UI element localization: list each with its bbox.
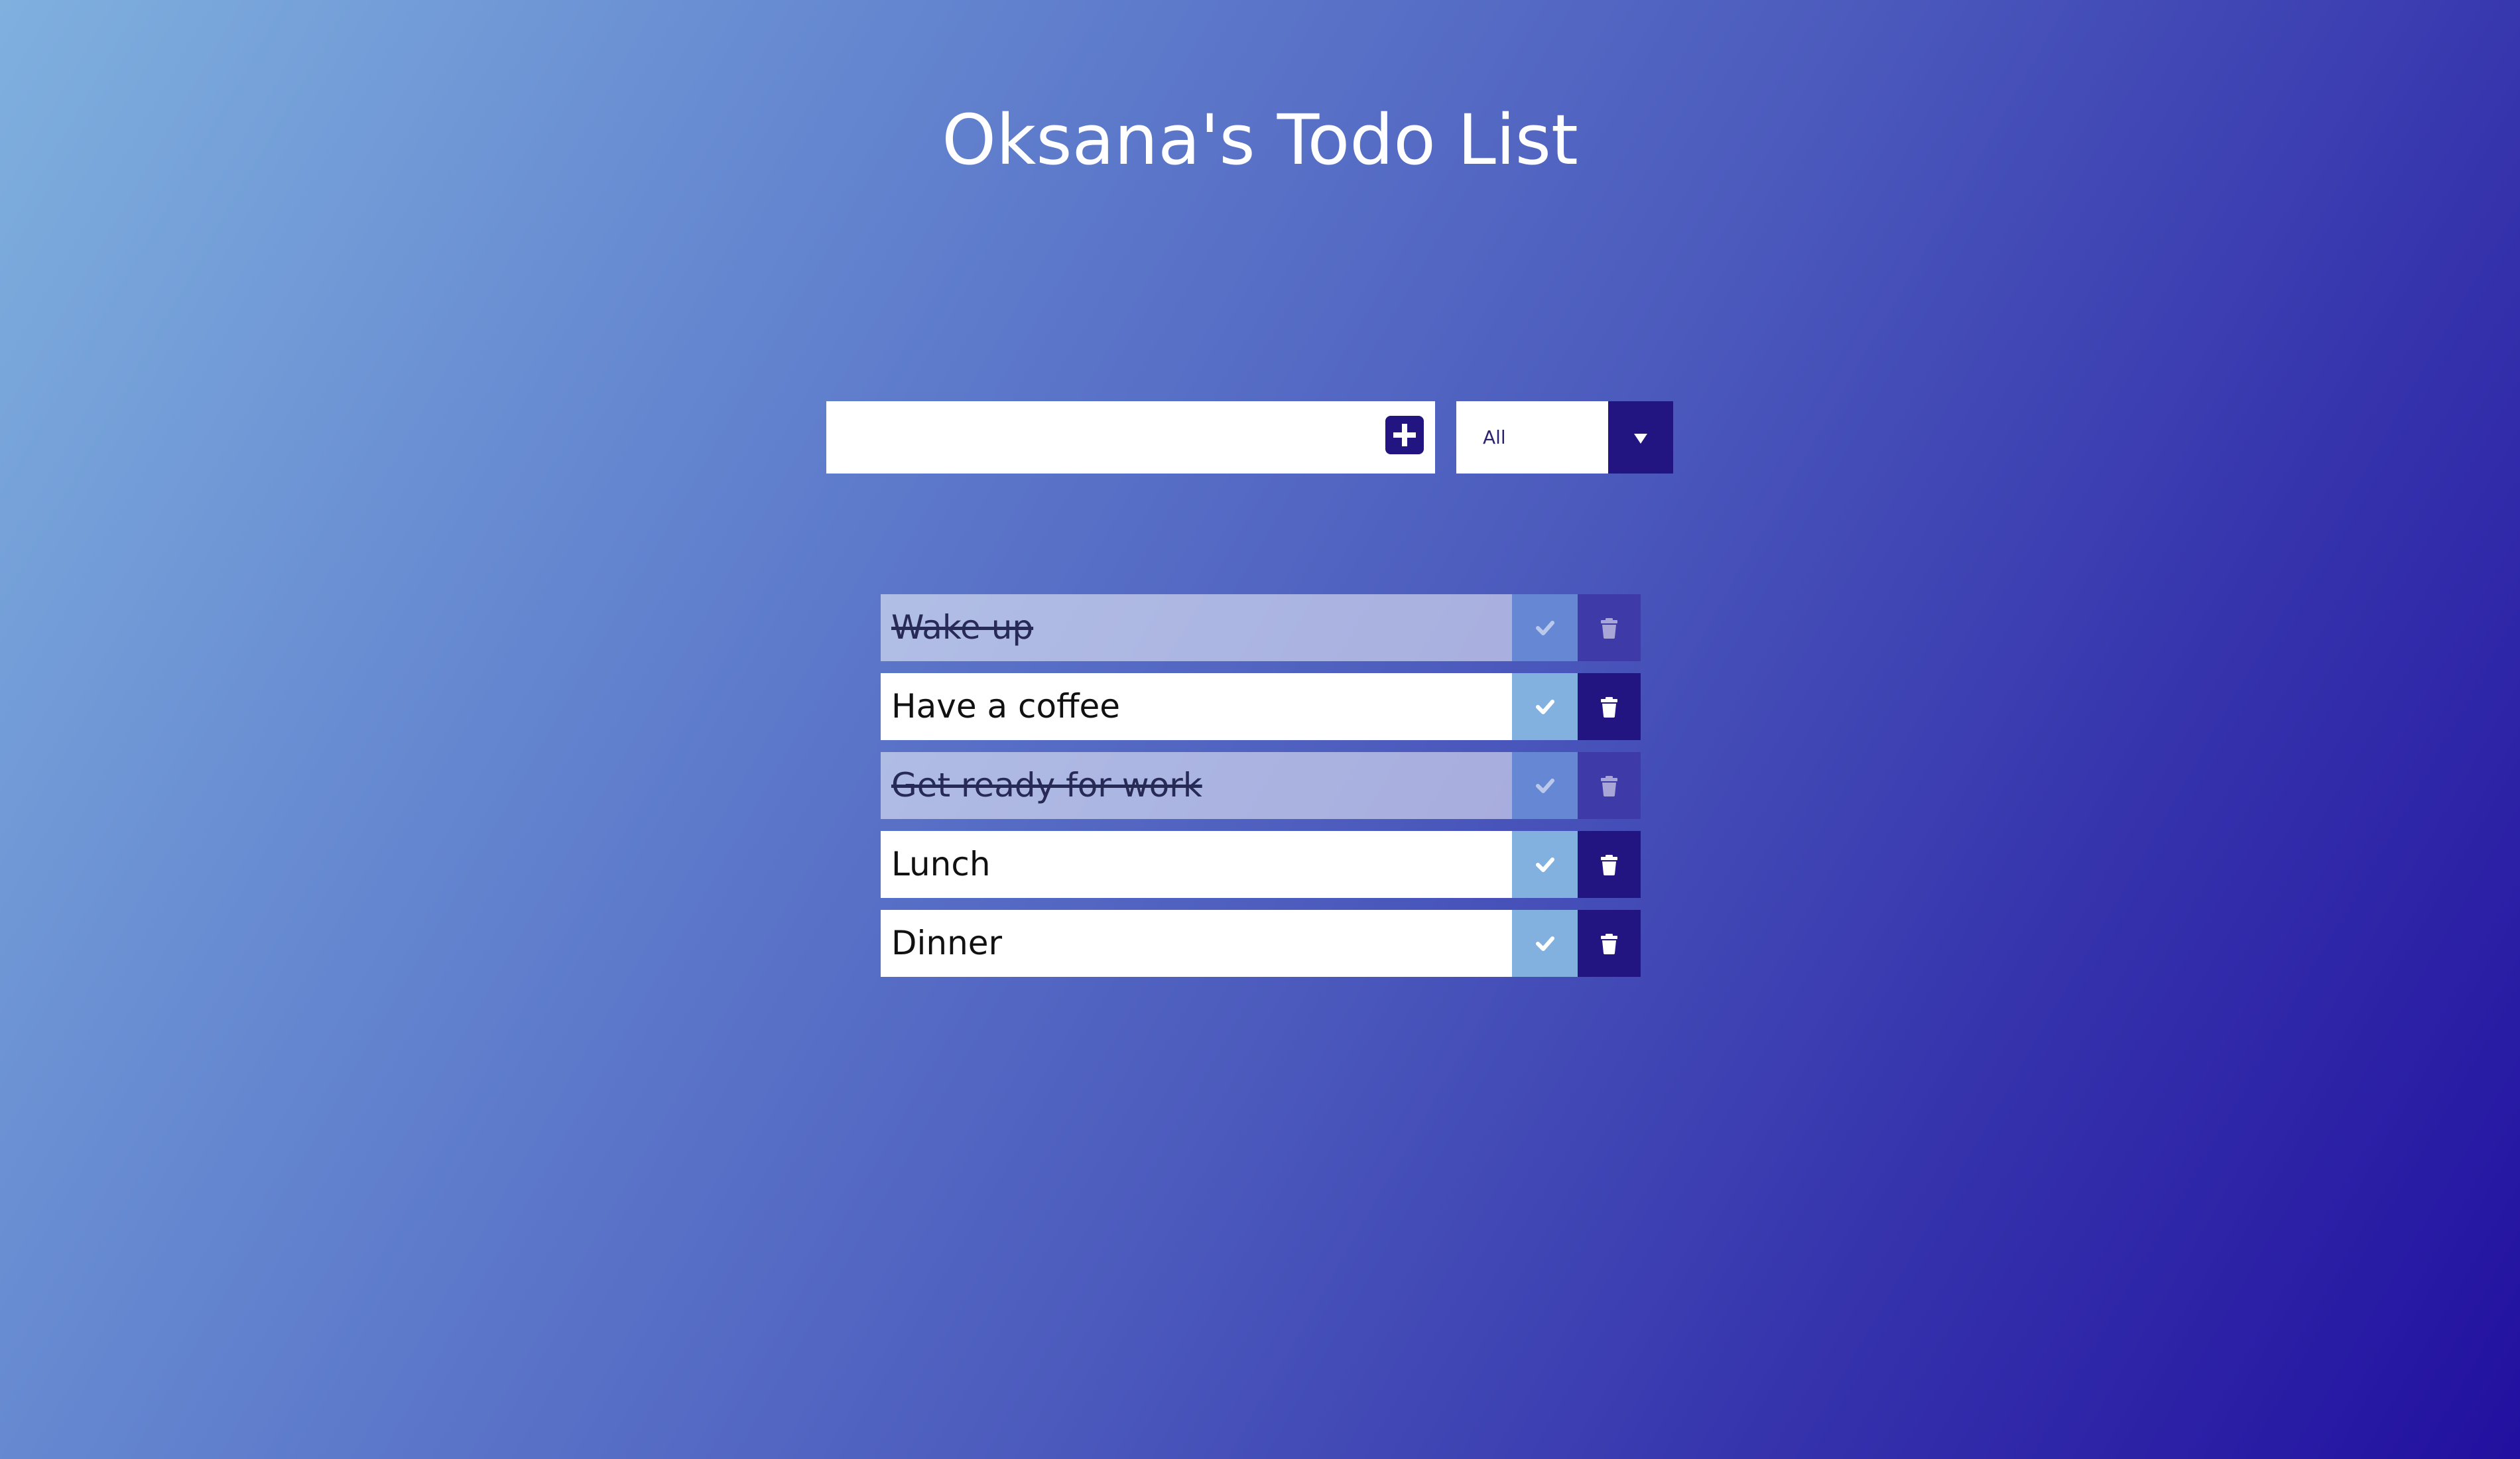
trash-icon [1601,697,1617,718]
add-todo-button[interactable] [1385,416,1424,454]
todo-input[interactable] [826,401,1370,474]
chevron-down-icon [1634,434,1647,444]
todo-input-container [826,401,1435,474]
trash-icon [1601,776,1617,796]
check-icon [1536,621,1554,635]
todo-text: Wake up [891,608,1034,647]
todo-item: Wake up [881,594,1641,661]
plus-icon [1393,424,1416,446]
filter-selected-value: All [1483,426,1506,448]
todo-text: Lunch [891,845,991,883]
check-icon [1536,857,1554,872]
todo-text-box: Dinner [881,910,1512,977]
page-title: Oksana's Todo List [942,99,1578,180]
filter-dropdown-toggle[interactable] [1608,401,1673,474]
todo-text-box: Wake up [881,594,1512,661]
check-icon [1536,936,1554,951]
todo-item: Dinner [881,910,1641,977]
complete-button[interactable] [1512,673,1578,740]
delete-button[interactable] [1578,594,1641,661]
complete-button[interactable] [1512,831,1578,898]
todo-text: Dinner [891,924,1003,962]
filter-select[interactable]: All [1456,401,1673,474]
complete-button[interactable] [1512,910,1578,977]
check-icon [1536,700,1554,714]
trash-icon [1601,934,1617,954]
trash-icon [1601,855,1617,875]
complete-button[interactable] [1512,752,1578,819]
delete-button[interactable] [1578,831,1641,898]
todo-text-box: Have a coffee [881,673,1512,740]
delete-button[interactable] [1578,910,1641,977]
check-icon [1536,779,1554,793]
delete-button[interactable] [1578,752,1641,819]
todo-text: Get ready for work [891,766,1202,804]
todo-list: Wake up Have a coffee Get ready for work… [881,594,1641,989]
todo-text-box: Lunch [881,831,1512,898]
complete-button[interactable] [1512,594,1578,661]
todo-text: Have a coffee [891,687,1121,726]
todo-text-box: Get ready for work [881,752,1512,819]
delete-button[interactable] [1578,673,1641,740]
todo-item: Get ready for work [881,752,1641,819]
trash-icon [1601,618,1617,639]
todo-item: Have a coffee [881,673,1641,740]
todo-item: Lunch [881,831,1641,898]
